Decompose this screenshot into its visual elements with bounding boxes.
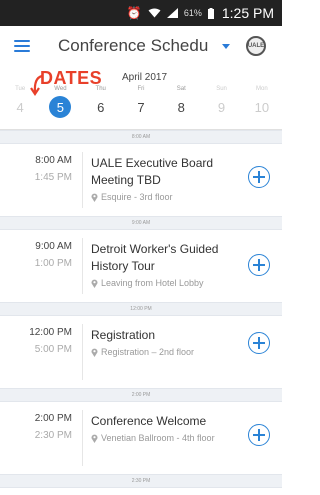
- day-name: Wed: [54, 86, 67, 92]
- day-fri[interactable]: Fri 7: [121, 86, 161, 118]
- day-sat[interactable]: Sat 8: [161, 86, 201, 118]
- time-divider: 2:30 PM: [0, 474, 282, 488]
- timeline-line: [82, 324, 83, 380]
- battery-percent: 61%: [183, 8, 202, 18]
- end-time: 5:00 PM: [34, 344, 72, 355]
- day-name: Tue: [15, 86, 26, 92]
- add-event-button[interactable]: [248, 424, 270, 446]
- timeline-line: [82, 152, 83, 208]
- wifi-icon: [148, 8, 161, 18]
- day-number: 10: [254, 99, 270, 115]
- divider-label: 8:00 AM: [131, 134, 151, 140]
- event-times: 12:00 PM 5:00 PM: [0, 327, 82, 355]
- app-logo[interactable]: UALE: [246, 36, 266, 56]
- chevron-down-icon[interactable]: [222, 43, 230, 49]
- day-wed[interactable]: Wed 5: [40, 86, 80, 118]
- day-number: 5: [49, 96, 72, 118]
- location-pin-icon: [91, 348, 98, 357]
- day-name: Fri: [137, 86, 145, 92]
- clock: 1:25 PM: [221, 5, 274, 21]
- menu-icon[interactable]: [14, 40, 30, 52]
- day-name: Thu: [95, 86, 106, 92]
- day-name: Mon: [255, 86, 268, 92]
- location-pin-icon: [91, 193, 98, 202]
- location-text: Venetian Ballroom - 4th floor: [101, 433, 215, 443]
- logo-text: UALE: [247, 43, 265, 49]
- day-mon[interactable]: Mon 10: [242, 86, 282, 118]
- end-time: 1:45 PM: [34, 172, 72, 183]
- divider-label: 2:00 PM: [131, 392, 151, 398]
- day-strip: Tue 4 Wed 5 Thu 6 Fri 7 Sat 8 Sun 9 Mon 10: [0, 86, 282, 118]
- signal-icon: [166, 8, 178, 18]
- timeline-line: [82, 410, 83, 466]
- page-title: Conference Schedu...: [58, 36, 208, 55]
- end-time: 2:30 PM: [34, 430, 72, 441]
- day-number: 6: [97, 99, 105, 115]
- add-event-button[interactable]: [248, 166, 270, 188]
- location-pin-icon: [91, 434, 98, 443]
- day-number: 9: [217, 99, 226, 115]
- day-tue[interactable]: Tue 4: [0, 86, 40, 118]
- location-text: Leaving from Hotel Lobby: [101, 278, 204, 288]
- start-time: 9:00 AM: [35, 241, 72, 252]
- divider-label: 9:00 AM: [131, 220, 151, 226]
- add-event-button[interactable]: [248, 332, 270, 354]
- app-bar: Conference Schedu... UALE: [0, 26, 282, 66]
- event-row[interactable]: 12:00 PM 5:00 PM Registration Registrati…: [0, 316, 282, 388]
- event-row[interactable]: 2:00 PM 2:30 PM Conference Welcome Venet…: [0, 402, 282, 474]
- status-bar: ⏰ 61% 1:25 PM: [0, 0, 282, 26]
- battery-icon: [207, 7, 214, 19]
- day-name: Sat: [176, 86, 186, 92]
- location-text: Esquire - 3rd floor: [101, 192, 173, 202]
- event-times: 8:00 AM 1:45 PM: [0, 155, 82, 183]
- event-row[interactable]: 9:00 AM 1:00 PM Detroit Worker's Guided …: [0, 230, 282, 302]
- start-time: 8:00 AM: [35, 155, 72, 166]
- month-label: April 2017: [122, 72, 168, 83]
- location-pin-icon: [91, 279, 98, 288]
- timeline-line: [82, 238, 83, 294]
- end-time: 1:00 PM: [34, 258, 72, 269]
- time-divider: 9:00 AM: [0, 216, 282, 230]
- day-number: 8: [177, 99, 185, 115]
- day-number: 4: [16, 99, 24, 115]
- day-name: Sun: [216, 86, 227, 92]
- time-divider: 12:00 PM: [0, 302, 282, 316]
- start-time: 12:00 PM: [29, 327, 72, 338]
- day-sun[interactable]: Sun 9: [201, 86, 241, 118]
- event-location: Esquire - 3rd floor: [91, 192, 282, 202]
- event-row[interactable]: 8:00 AM 1:45 PM UALE Executive Board Mee…: [0, 144, 282, 216]
- day-number: 7: [137, 99, 145, 115]
- divider-label: 12:00 PM: [130, 306, 152, 312]
- event-times: 2:00 PM 2:30 PM: [0, 413, 82, 441]
- event-location: Leaving from Hotel Lobby: [91, 278, 282, 288]
- divider-label: 2:30 PM: [131, 478, 151, 484]
- location-text: Registration – 2nd floor: [101, 347, 195, 357]
- time-divider: 2:00 PM: [0, 388, 282, 402]
- schedule-list: 8:00 AM 8:00 AM 1:45 PM UALE Executive B…: [0, 130, 282, 488]
- start-time: 2:00 PM: [34, 413, 72, 424]
- date-selector: DATES April 2017 Tue 4 Wed 5 Thu 6 Fri 7 Sat…: [0, 66, 282, 130]
- event-times: 9:00 AM 1:00 PM: [0, 241, 82, 269]
- day-thu[interactable]: Thu 6: [81, 86, 121, 118]
- time-divider: 8:00 AM: [0, 130, 282, 144]
- add-event-button[interactable]: [248, 254, 270, 276]
- alarm-icon: ⏰: [126, 6, 142, 20]
